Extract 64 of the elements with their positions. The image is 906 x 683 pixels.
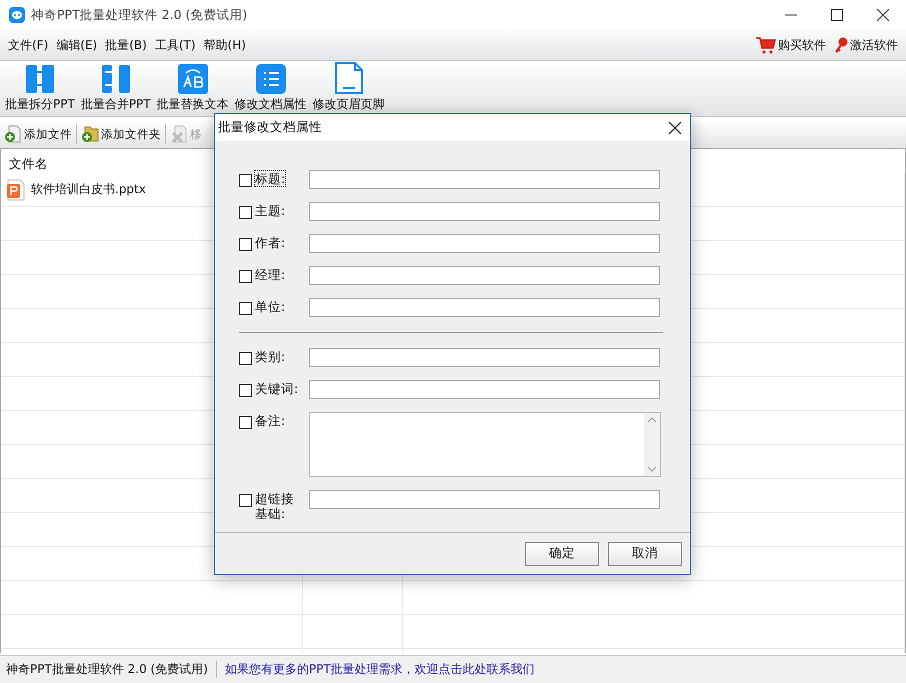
dialog-button[interactable]: 确定 (525, 542, 599, 566)
checkbox[interactable] (239, 270, 252, 283)
toolbar-button[interactable]: 批量拆分PPT (2, 64, 78, 113)
field-label: 单位: (255, 299, 286, 314)
maximize-icon (831, 9, 843, 21)
pptx-file-icon (7, 178, 25, 200)
toolbar-button[interactable]: 批量替换文本 (154, 64, 232, 113)
column-header: 文件名 (9, 156, 48, 173)
toolbar-button[interactable]: 修改文档属性 (232, 64, 310, 113)
field-label: 备注: (255, 413, 286, 428)
app-icon (9, 7, 25, 23)
checkbox[interactable] (239, 494, 252, 507)
add-file-icon (4, 125, 22, 143)
menu-item[interactable]: 批量(B) (101, 34, 151, 56)
field-label: 主题: (255, 203, 286, 218)
field-label: 经理: (255, 267, 286, 282)
field-label: 关键词: (255, 381, 298, 396)
dialog-title: 批量修改文档属性 (218, 119, 323, 136)
contact-link[interactable]: 如果您有更多的PPT批量处理需求，欢迎点击此处联系我们 (216, 661, 535, 678)
file-name[interactable]: 软件培训白皮书.pptx (31, 181, 146, 198)
input-field[interactable] (309, 490, 660, 509)
input-field[interactable] (309, 266, 660, 285)
dialog-button[interactable]: 取消 (608, 542, 682, 566)
checkbox[interactable] (239, 206, 252, 219)
checkbox[interactable] (239, 384, 252, 397)
field-label: 类别: (255, 349, 286, 364)
checkbox[interactable] (239, 174, 252, 187)
menu-link[interactable]: 购买软件 (778, 36, 826, 54)
key-icon (834, 37, 848, 53)
remove-file-icon (170, 125, 188, 143)
status-text: 神奇PPT批量处理软件 2.0 (免费试用) (6, 661, 208, 678)
field-label: 超链接基础: (255, 491, 294, 521)
toolbar-button[interactable]: 修改页眉页脚 (310, 62, 388, 113)
menu-item[interactable]: 文件(F) (4, 34, 52, 56)
input-field[interactable] (309, 170, 660, 189)
list-icon (256, 64, 286, 94)
window-title: 神奇PPT批量处理软件 2.0 (免费试用) (31, 6, 248, 24)
input-field[interactable] (309, 202, 660, 221)
split-icon (24, 64, 55, 94)
close-icon (877, 9, 889, 21)
cart-icon (756, 36, 776, 54)
menu-item[interactable]: 帮助(H) (200, 34, 250, 56)
input-field[interactable] (309, 298, 660, 317)
input-field[interactable] (309, 348, 660, 367)
input-field[interactable] (309, 234, 660, 253)
checkbox[interactable] (239, 416, 252, 429)
merge-icon (100, 64, 131, 94)
document-icon (334, 62, 364, 94)
close-icon (669, 122, 681, 134)
field-label: 标题: (255, 171, 286, 186)
menu-item[interactable]: 编辑(E) (52, 34, 102, 56)
checkbox[interactable] (239, 238, 252, 251)
menu-item[interactable]: 工具(T) (150, 34, 200, 56)
minimize-icon (785, 14, 797, 16)
toolbar-button[interactable]: 添加文件 (2, 123, 74, 145)
menu-link[interactable]: 激活软件 (850, 36, 898, 54)
toolbar-button[interactable]: 批量合并PPT (78, 64, 154, 113)
checkbox[interactable] (239, 352, 252, 365)
checkbox[interactable] (239, 302, 252, 315)
toolbar-button[interactable]: 添加文件夹 (79, 123, 163, 145)
field-label: 作者: (255, 235, 286, 250)
add-folder-icon (81, 125, 99, 143)
ab-icon (178, 64, 208, 94)
input-field[interactable] (309, 380, 660, 399)
